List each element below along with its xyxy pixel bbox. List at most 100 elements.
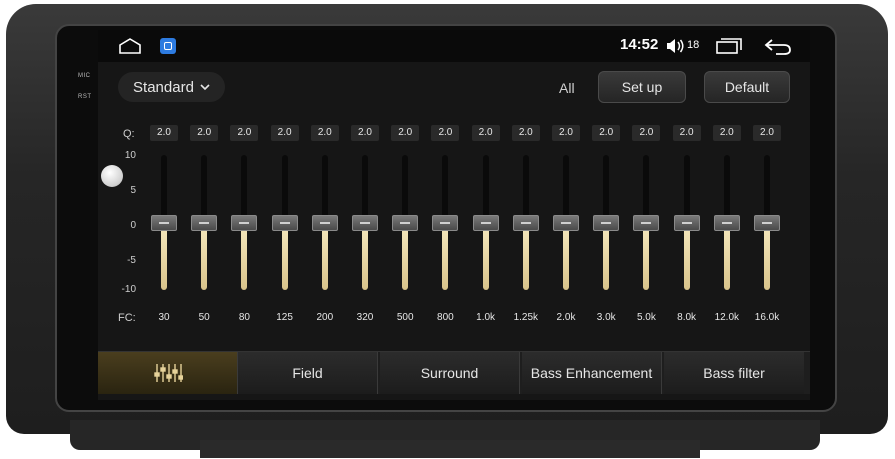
preset-dropdown[interactable]: Standard	[118, 72, 225, 102]
slider-fill	[161, 222, 167, 290]
frequency-label: 1.25k	[513, 312, 539, 323]
scale-label: -10	[121, 284, 136, 295]
slider-fill	[563, 222, 569, 290]
eq-band: 2.0 12.0k	[712, 122, 741, 332]
q-value[interactable]: 2.0	[310, 125, 339, 141]
all-toggle[interactable]: All	[559, 80, 575, 96]
slider-thumb[interactable]	[754, 214, 780, 231]
slider-thumb[interactable]	[392, 214, 419, 231]
tab-bass-filter[interactable]: Bass filter	[664, 352, 804, 394]
slider-fill	[321, 222, 328, 290]
equalizer-icon	[153, 364, 183, 382]
slider-fill	[281, 222, 288, 290]
slider-thumb[interactable]	[553, 214, 579, 231]
status-bar: 14:52 18	[98, 30, 810, 62]
q-value[interactable]: 2.0	[471, 125, 500, 141]
frequency-label: 500	[396, 312, 414, 323]
slider-fill	[522, 222, 529, 290]
frequency-label: 16.0k	[754, 312, 780, 323]
slider-thumb[interactable]	[151, 214, 177, 231]
slider-thumb[interactable]	[311, 214, 338, 231]
q-value[interactable]: 2.0	[511, 125, 540, 141]
frequency-label: 2.0k	[556, 312, 576, 323]
volume-icon[interactable]	[665, 38, 685, 54]
tab-field[interactable]: Field	[238, 352, 378, 394]
eq-band: 2.0 200	[310, 122, 339, 332]
frequency-label: 1.0k	[476, 312, 496, 323]
slider-fill	[683, 222, 690, 290]
q-value[interactable]: 2.0	[592, 125, 621, 141]
slider-thumb[interactable]	[633, 214, 660, 231]
eq-band: 2.0 2.0k	[552, 122, 580, 332]
q-value[interactable]: 2.0	[672, 125, 701, 141]
tab-equalizer[interactable]	[98, 352, 238, 394]
back-icon[interactable]	[764, 38, 792, 56]
chevron-down-icon	[200, 84, 210, 91]
frequency-label: 5.0k	[636, 312, 656, 323]
slider-fill	[402, 222, 409, 290]
slider-thumb[interactable]	[231, 214, 258, 231]
eq-band: 2.0 50	[190, 122, 219, 332]
tab-bass-enhancement[interactable]: Bass Enhancement	[522, 352, 662, 394]
slider-fill	[643, 222, 650, 290]
frequency-label: 800	[437, 312, 454, 323]
q-value[interactable]: 2.0	[632, 125, 661, 141]
eq-band: 2.0 3.0k	[592, 122, 621, 332]
eq-band: 2.0 80	[230, 122, 259, 332]
slider-thumb[interactable]	[593, 214, 620, 231]
q-value[interactable]: 2.0	[552, 125, 580, 141]
fc-label: FC:	[118, 312, 136, 324]
eq-band: 2.0 800	[431, 122, 460, 332]
q-value[interactable]: 2.0	[431, 125, 460, 141]
q-value[interactable]: 2.0	[712, 125, 741, 141]
slider-fill	[442, 222, 449, 290]
slider-thumb[interactable]	[191, 214, 218, 231]
slider-fill	[723, 222, 730, 290]
frequency-label: 50	[198, 312, 210, 323]
tab-surround[interactable]: Surround	[380, 352, 520, 394]
eq-band: 2.0 125	[270, 122, 299, 332]
home-icon[interactable]	[118, 38, 142, 54]
slider-thumb[interactable]	[673, 214, 700, 231]
q-label: Q:	[123, 128, 135, 140]
tab-bar: Field Surround Bass Enhancement Bass fil…	[98, 351, 810, 394]
slider-fill	[362, 222, 368, 290]
q-value[interactable]: 2.0	[150, 125, 178, 141]
eq-band: 2.0 320	[351, 122, 379, 332]
frequency-label: 320	[356, 312, 374, 323]
slider-thumb[interactable]	[713, 214, 740, 231]
slider-fill	[201, 222, 208, 290]
setup-button[interactable]: Set up	[598, 71, 686, 103]
slider-thumb[interactable]	[512, 214, 539, 231]
q-value[interactable]: 2.0	[351, 125, 379, 141]
scale-label: -5	[127, 255, 136, 266]
eq-band: 2.0 30	[150, 122, 178, 332]
slider-thumb[interactable]	[352, 214, 378, 231]
eq-band: 2.0 1.25k	[511, 122, 540, 332]
eq-band: 2.0 500	[391, 122, 420, 332]
q-value[interactable]: 2.0	[190, 125, 219, 141]
volume-level: 18	[687, 39, 700, 51]
slider-thumb[interactable]	[472, 214, 499, 231]
preset-label: Standard	[133, 78, 194, 96]
frequency-label: 80	[238, 312, 250, 323]
eq-band: 2.0 16.0k	[753, 122, 781, 332]
slider-thumb[interactable]	[432, 214, 459, 231]
scale-label: 10	[124, 150, 136, 161]
bezel-mount-lower	[200, 440, 700, 458]
rst-label: RST	[78, 94, 92, 100]
q-value[interactable]: 2.0	[753, 125, 781, 141]
q-value[interactable]: 2.0	[230, 125, 259, 141]
slider-thumb[interactable]	[271, 214, 298, 231]
q-value[interactable]: 2.0	[270, 125, 299, 141]
recent-apps-icon[interactable]	[715, 38, 743, 54]
frequency-label: 3.0k	[596, 312, 616, 323]
frequency-label: 12.0k	[714, 312, 740, 323]
frequency-label: 8.0k	[677, 312, 697, 323]
app-icon[interactable]	[160, 38, 176, 54]
default-button[interactable]: Default	[704, 71, 790, 103]
frequency-label: 30	[158, 312, 170, 323]
clock: 14:52	[620, 36, 659, 53]
q-value[interactable]: 2.0	[391, 125, 420, 141]
assistive-touch-button[interactable]	[101, 165, 123, 187]
